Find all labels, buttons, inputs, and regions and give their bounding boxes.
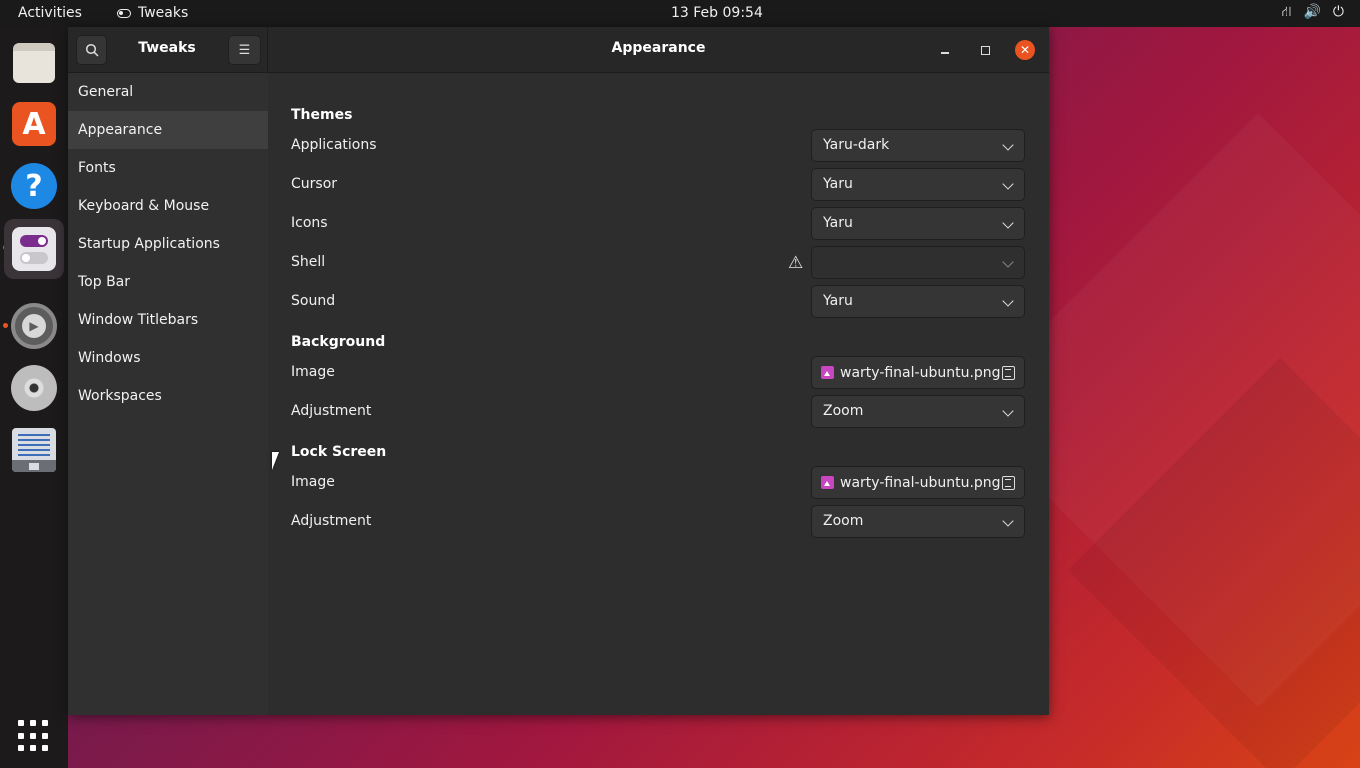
shell-theme-dropdown[interactable]: [811, 246, 1025, 279]
sound-theme-dropdown[interactable]: Yaru: [811, 285, 1025, 318]
text-editor-icon: [12, 428, 56, 472]
dropdown-value: Zoom: [823, 513, 864, 529]
app-grid-icon[interactable]: [18, 720, 50, 752]
lock-screen-image-picker[interactable]: warty-final-ubuntu.png: [811, 466, 1025, 499]
section-heading-themes: Themes: [291, 107, 353, 123]
settings-icon: ▶: [11, 303, 57, 349]
image-file-icon: [821, 476, 834, 489]
sidebar-header: Tweaks ☰: [68, 27, 268, 73]
app-menu[interactable]: Tweaks: [117, 5, 188, 21]
files-icon: [13, 43, 55, 83]
help-icon: ?: [11, 163, 57, 209]
sidebar-item-window-titlebars[interactable]: Window Titlebars: [68, 301, 268, 339]
app-menu-label: Tweaks: [138, 5, 189, 21]
icons-theme-dropdown[interactable]: Yaru: [811, 207, 1025, 240]
section-heading-lock-screen: Lock Screen: [291, 444, 387, 460]
dock: A ? ▶: [0, 27, 68, 768]
dock-item-files[interactable]: [10, 39, 58, 87]
chevron-down-icon: [1002, 515, 1014, 527]
page-title: Appearance: [611, 40, 706, 56]
volume-icon: 🔊: [1303, 4, 1321, 20]
background-adjustment-label: Adjustment: [291, 403, 372, 419]
applications-label: Applications: [291, 137, 377, 153]
tweaks-icon: [12, 227, 56, 271]
cursor-label: Cursor: [291, 176, 338, 192]
app-store-icon: A: [12, 102, 56, 146]
close-icon: ✕: [1019, 43, 1031, 57]
menu-button[interactable]: ☰: [228, 35, 261, 65]
search-icon: [85, 43, 99, 57]
chevron-down-icon: [1002, 178, 1014, 190]
chevron-down-icon: [1002, 256, 1014, 268]
close-button[interactable]: ✕: [1015, 40, 1035, 60]
background-image-picker[interactable]: warty-final-ubuntu.png: [811, 356, 1025, 389]
warning-icon: ⚠: [788, 253, 804, 273]
dropdown-value: Yaru-dark: [823, 137, 890, 153]
sidebar: General Appearance Fonts Keyboard & Mous…: [68, 73, 268, 715]
chevron-down-icon: [1002, 217, 1014, 229]
dock-item-disc[interactable]: [10, 364, 58, 412]
network-icon: ⛙: [1281, 4, 1292, 20]
minimize-button[interactable]: [935, 40, 955, 60]
background-image-label: Image: [291, 364, 335, 380]
disc-icon: [11, 365, 57, 411]
sidebar-item-startup-applications[interactable]: Startup Applications: [68, 225, 268, 263]
header-bar: Tweaks ☰ Appearance ✕: [68, 27, 1049, 73]
lock-screen-adjustment-dropdown[interactable]: Zoom: [811, 505, 1025, 538]
system-tray[interactable]: ⛙ 🔊 ⏻: [1282, 4, 1344, 22]
dock-item-help[interactable]: ?: [10, 162, 58, 210]
cursor-theme-dropdown[interactable]: Yaru: [811, 168, 1025, 201]
dock-item-text-editor[interactable]: [10, 426, 58, 474]
dock-item-tweaks[interactable]: [4, 219, 64, 279]
shell-label: Shell: [291, 254, 326, 270]
sidebar-item-appearance[interactable]: Appearance: [68, 111, 268, 149]
dropdown-value: Zoom: [823, 403, 864, 419]
tweaks-icon: [117, 8, 131, 18]
sound-label: Sound: [291, 293, 336, 309]
chevron-down-icon: [1002, 405, 1014, 417]
sidebar-item-windows[interactable]: Windows: [68, 339, 268, 377]
section-heading-background: Background: [291, 334, 386, 350]
tweaks-window: Tweaks ☰ Appearance ✕ General Appearance…: [68, 27, 1049, 715]
chevron-down-icon: [1002, 295, 1014, 307]
sidebar-item-fonts[interactable]: Fonts: [68, 149, 268, 187]
hamburger-icon: ☰: [238, 42, 251, 58]
document-open-icon: [1002, 476, 1015, 490]
dock-item-settings[interactable]: ▶: [10, 302, 58, 350]
running-indicator: [3, 323, 8, 328]
sidebar-item-keyboard-mouse[interactable]: Keyboard & Mouse: [68, 187, 268, 225]
document-open-icon: [1002, 366, 1015, 380]
dropdown-value: Yaru: [823, 215, 853, 231]
sidebar-item-top-bar[interactable]: Top Bar: [68, 263, 268, 301]
background-adjustment-dropdown[interactable]: Zoom: [811, 395, 1025, 428]
sidebar-item-workspaces[interactable]: Workspaces: [68, 377, 268, 415]
dock-item-app-store[interactable]: A: [10, 100, 58, 148]
sidebar-item-general[interactable]: General: [68, 73, 268, 111]
dropdown-value: Yaru: [823, 293, 853, 309]
top-bar: Activities Tweaks 13 Feb 09:54 ⛙ 🔊 ⏻: [0, 0, 1360, 27]
activities-button[interactable]: Activities: [18, 5, 82, 21]
applications-theme-dropdown[interactable]: Yaru-dark: [811, 129, 1025, 162]
maximize-button[interactable]: [975, 40, 995, 60]
sidebar-title: Tweaks: [138, 40, 196, 56]
search-button[interactable]: [76, 35, 107, 65]
file-name: warty-final-ubuntu.png: [840, 474, 1001, 491]
chevron-down-icon: [1002, 139, 1014, 151]
file-name: warty-final-ubuntu.png: [840, 364, 1001, 381]
image-file-icon: [821, 366, 834, 379]
icons-label: Icons: [291, 215, 328, 231]
dropdown-value: Yaru: [823, 176, 853, 192]
lock-screen-adjustment-label: Adjustment: [291, 513, 372, 529]
lock-screen-image-label: Image: [291, 474, 335, 490]
appearance-panel: Themes Applications Yaru-dark Cursor Yar…: [268, 73, 1049, 715]
mouse-pointer-icon: [272, 452, 279, 470]
power-icon: ⏻: [1332, 4, 1344, 20]
clock[interactable]: 13 Feb 09:54: [671, 5, 763, 21]
